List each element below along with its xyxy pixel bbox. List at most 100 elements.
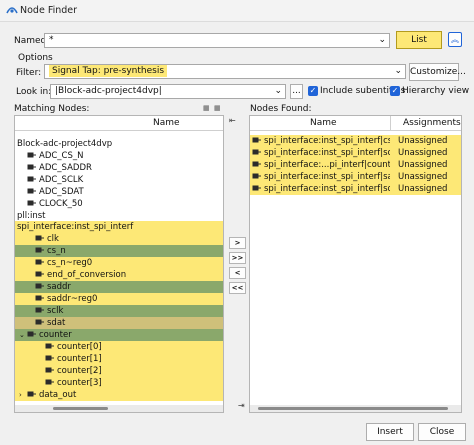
- tree-node-label: ADC_CS_N: [39, 151, 84, 161]
- tree-node[interactable]: ⌄spi_interface:inst_spi_interf: [15, 221, 223, 233]
- insert-button[interactable]: Insert: [366, 423, 414, 441]
- node-pin-icon: [45, 355, 54, 361]
- tree-node[interactable]: saddr~reg0: [15, 293, 223, 305]
- found-assignments-header[interactable]: Assignments: [403, 118, 461, 128]
- tree-node-label: ADC_SADDR: [39, 163, 92, 173]
- found-row[interactable]: spi_interface:inst_spi_interf|saddr Unass…: [250, 171, 461, 183]
- list-button-label: List: [411, 35, 427, 45]
- found-horizontal-scrollbar[interactable]: [250, 405, 461, 412]
- list-button[interactable]: List: [396, 31, 442, 49]
- node-pin-icon: [27, 188, 36, 194]
- tree-node[interactable]: › data_out: [15, 389, 223, 401]
- add-button[interactable]: >: [229, 237, 246, 249]
- found-row[interactable]: spi_interface:inst_spi_interf|sclk Unassi…: [250, 147, 461, 159]
- filter-value: Signal Tap: pre-synthesis: [49, 65, 168, 77]
- node-pin-icon: [27, 200, 36, 206]
- tree-node-label: counter[2]: [57, 366, 102, 376]
- node-pin-icon: [35, 307, 44, 313]
- tree-node[interactable]: cs_n: [15, 245, 223, 257]
- tree-node-label: saddr: [47, 282, 71, 292]
- tree-node[interactable]: Block-adc-project4dvp: [15, 138, 223, 150]
- tree-node[interactable]: saddr: [15, 281, 223, 293]
- name-column-header[interactable]: Name: [153, 118, 180, 128]
- scroll-thumb[interactable]: [53, 407, 108, 410]
- tree-node[interactable]: clk: [15, 233, 223, 245]
- collapse-left-icon[interactable]: ⇤: [229, 116, 236, 125]
- tree-node[interactable]: ADC_SCLK: [15, 174, 223, 186]
- expand-right-icon[interactable]: ⇥: [238, 401, 245, 410]
- matching-nodes-panel[interactable]: Name Block-adc-project4dvp ADC_CS_N ADC_SA…: [14, 115, 224, 413]
- tree-node[interactable]: counter[3]: [15, 377, 223, 389]
- tree-node[interactable]: sclk: [15, 305, 223, 317]
- include-subentities-checkbox[interactable]: ✓: [308, 86, 318, 96]
- tree-node-label: saddr~reg0: [47, 294, 98, 304]
- tree-node-label: counter[3]: [57, 378, 102, 388]
- lookin-value: |Block-adc-project4dvp|: [55, 86, 162, 96]
- lookin-select[interactable]: |Block-adc-project4dvp| ⌄: [50, 84, 286, 99]
- tree-node[interactable]: cs_n~reg0: [15, 257, 223, 269]
- customize-button[interactable]: Customize...: [409, 63, 466, 81]
- found-node-name: spi_interface:inst_spi_interf|cs_n: [264, 136, 390, 146]
- node-pin-icon: [35, 271, 44, 277]
- insert-label: Insert: [377, 427, 403, 437]
- found-row[interactable]: spi_interface:...pi_interf|counter Unassi…: [250, 159, 461, 171]
- tree-node-label: counter: [39, 330, 72, 340]
- tree-node-label: counter[1]: [57, 354, 102, 364]
- node-pin-icon: [252, 173, 261, 179]
- chevron-right-icon[interactable]: ›: [19, 389, 27, 401]
- add-arrow-icon: >: [234, 239, 241, 247]
- chevron-down-icon[interactable]: ⌄: [394, 66, 402, 76]
- tree-node[interactable]: ⌄ counter: [15, 329, 223, 341]
- expand-all-icon[interactable]: ▦: [203, 104, 210, 112]
- collapse-options-button[interactable]: ︽: [448, 32, 462, 47]
- tree-node[interactable]: counter[2]: [15, 365, 223, 377]
- tree-node-label: clk: [47, 234, 59, 244]
- tree-node[interactable]: ADC_SDAT: [15, 186, 223, 198]
- found-node-assignment: Unassigned: [398, 136, 448, 146]
- chevron-down-icon[interactable]: ⌄: [19, 329, 27, 341]
- chevron-up-icon: ︽: [451, 35, 459, 44]
- chevron-down-icon[interactable]: ⌄: [378, 35, 386, 45]
- hierarchy-view-checkbox[interactable]: ✓: [390, 86, 400, 96]
- scroll-thumb[interactable]: [258, 407, 448, 410]
- found-name-header[interactable]: Name: [310, 118, 337, 128]
- tree-node[interactable]: counter[0]: [15, 341, 223, 353]
- tree-node[interactable]: ADC_CS_N: [15, 150, 223, 162]
- options-heading: Options: [18, 53, 53, 63]
- node-pin-icon: [27, 164, 36, 170]
- node-pin-icon: [35, 283, 44, 289]
- close-button[interactable]: Close: [418, 423, 466, 441]
- found-node-name: spi_interface:inst_spi_interf|saddr: [264, 172, 390, 182]
- window-title: Node Finder: [20, 5, 78, 16]
- nodes-found-panel[interactable]: Name Assignments spi_interface:inst_spi_…: [249, 115, 462, 413]
- node-pin-icon: [35, 295, 44, 301]
- collapse-all-icon[interactable]: ▦: [214, 104, 221, 112]
- add-all-arrow-icon: >>: [231, 254, 244, 262]
- app-icon: [6, 7, 18, 14]
- found-row[interactable]: spi_interface:inst_spi_interf|sdat Unassi…: [250, 183, 461, 195]
- tree-node[interactable]: sdat: [15, 317, 223, 329]
- node-pin-icon: [252, 161, 261, 167]
- tree-node[interactable]: ADC_SADDR: [15, 162, 223, 174]
- tree-node-label: Block-adc-project4dvp: [17, 139, 113, 149]
- tree-node-label: sclk: [47, 306, 64, 316]
- named-input[interactable]: * ⌄: [44, 33, 390, 48]
- tree-node[interactable]: CLOCK_50: [15, 198, 223, 210]
- node-pin-icon: [252, 149, 261, 155]
- found-node-name: spi_interface:...pi_interf|counter: [264, 160, 390, 170]
- filter-select[interactable]: Signal Tap: pre-synthesis ⌄: [44, 64, 406, 79]
- close-label: Close: [429, 427, 455, 437]
- found-row[interactable]: spi_interface:inst_spi_interf|cs_n Unassi…: [250, 135, 461, 147]
- tree-node[interactable]: end_of_conversion: [15, 269, 223, 281]
- tree-node[interactable]: counter[1]: [15, 353, 223, 365]
- remove-all-button[interactable]: <<: [229, 282, 246, 294]
- add-all-button[interactable]: >>: [229, 252, 246, 264]
- remove-button[interactable]: <: [229, 267, 246, 279]
- node-pin-icon: [27, 152, 36, 158]
- node-pin-icon: [27, 331, 36, 337]
- chevron-down-icon[interactable]: ⌄: [274, 86, 282, 96]
- tree-node-label: data_out: [39, 390, 77, 400]
- browse-button[interactable]: ...: [290, 84, 303, 99]
- matching-horizontal-scrollbar[interactable]: [15, 405, 223, 412]
- matching-nodes-header: Name: [15, 116, 223, 131]
